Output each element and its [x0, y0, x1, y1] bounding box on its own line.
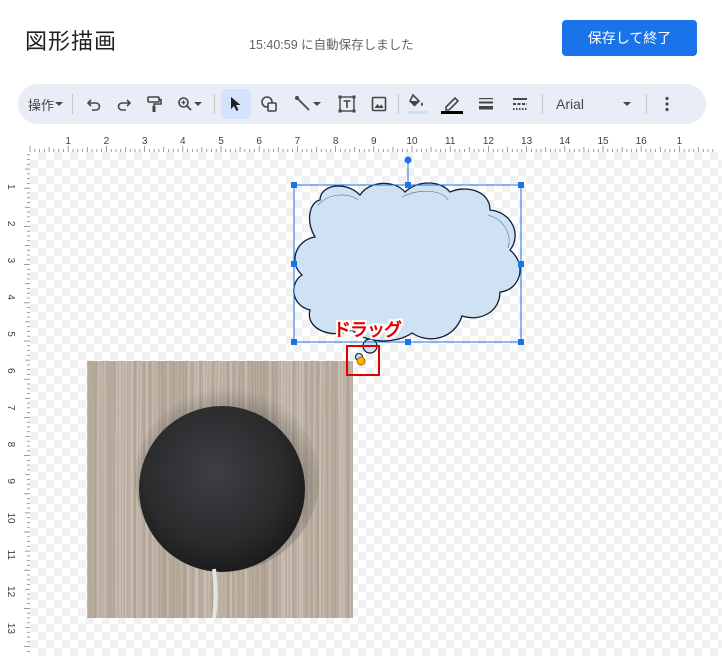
autosave-status: 15:40:59 に自動保存しました: [249, 38, 414, 52]
font-family-value: Arial: [556, 96, 585, 112]
ruler-left-label: 9: [5, 478, 16, 484]
ruler-top-label: 1: [677, 136, 683, 147]
ruler-top-label: 9: [371, 136, 377, 147]
save-and-close-button[interactable]: 保存して終了: [562, 20, 697, 56]
ruler-left-label: 5: [5, 331, 16, 337]
select-icon[interactable]: [221, 84, 251, 124]
ruler-top-label: 16: [636, 136, 648, 147]
actions-menu-label: 操作: [27, 97, 54, 113]
ruler-top-label: 13: [521, 136, 533, 147]
chevron-down-icon: [194, 102, 202, 106]
ruler-left-label: 6: [5, 368, 16, 374]
line-icon: [295, 96, 310, 111]
chevron-down-icon: [313, 102, 321, 106]
font-family-select[interactable]: Arial: [550, 84, 638, 124]
ruler-left-label: 13: [5, 623, 16, 635]
ruler-top-label: 7: [295, 136, 301, 147]
actions-menu[interactable]: 操作: [26, 84, 66, 124]
dialog-title: 図形描画: [25, 29, 118, 54]
ruler-top-label: 6: [256, 136, 262, 147]
ruler-left-label: 8: [5, 442, 16, 448]
ruler-left-label: 10: [5, 512, 16, 524]
horizontal-ruler: 1 2 3 4 5 6 7 8 9 10 11 12 13 14 15 16 1: [0, 132, 722, 152]
redo-icon[interactable]: [110, 84, 138, 124]
ruler-top-label: 10: [406, 136, 418, 147]
border-weight-icon[interactable]: [472, 84, 500, 124]
vertical-ruler: 1234567891011121314: [0, 152, 30, 661]
shape-icon[interactable]: [254, 84, 284, 124]
zoom-menu[interactable]: [172, 84, 208, 124]
image-icon[interactable]: [364, 84, 394, 124]
ruler-top-label: 12: [483, 136, 495, 147]
ruler-top-label: 3: [142, 136, 148, 147]
border-dash-icon[interactable]: [506, 84, 534, 124]
ruler-left-label: 1: [5, 184, 16, 190]
drawing-toolbar: 操作 Arial: [18, 84, 706, 124]
ruler-left-label: 7: [5, 405, 16, 411]
undo-icon[interactable]: [80, 84, 108, 124]
ruler-top-label: 5: [218, 136, 224, 147]
textbox-icon[interactable]: [332, 84, 362, 124]
ruler-top-label: 11: [445, 136, 456, 147]
chevron-down-icon: [623, 102, 631, 106]
line-menu[interactable]: [286, 84, 330, 124]
zoom-icon: [178, 97, 192, 111]
ruler-left-label: 3: [5, 258, 16, 264]
fill-color-icon[interactable]: [404, 84, 432, 124]
ruler-left-label: 2: [5, 221, 16, 227]
ruler-left-label: 4: [5, 294, 16, 300]
speaker-photo[interactable]: [87, 361, 353, 618]
ruler-top-label: 1: [65, 136, 71, 147]
ruler-left-label: 11: [5, 550, 16, 561]
ruler-top-label: 8: [333, 136, 339, 147]
paint-format-icon[interactable]: [140, 84, 168, 124]
chevron-down-icon: [55, 102, 63, 106]
dialog-header: 図形描画 15:40:59 に自動保存しました 保存して終了: [0, 0, 722, 80]
ruler-top-label: 4: [180, 136, 186, 147]
more-icon[interactable]: [654, 84, 680, 124]
ruler-top-label: 15: [597, 136, 609, 147]
ruler-top-label: 2: [104, 136, 110, 147]
drag-annotation-label: ドラッグ: [333, 320, 402, 340]
ruler-top-label: 14: [559, 136, 571, 147]
ruler-left-label: 12: [5, 586, 16, 598]
border-color-icon[interactable]: [438, 84, 466, 124]
